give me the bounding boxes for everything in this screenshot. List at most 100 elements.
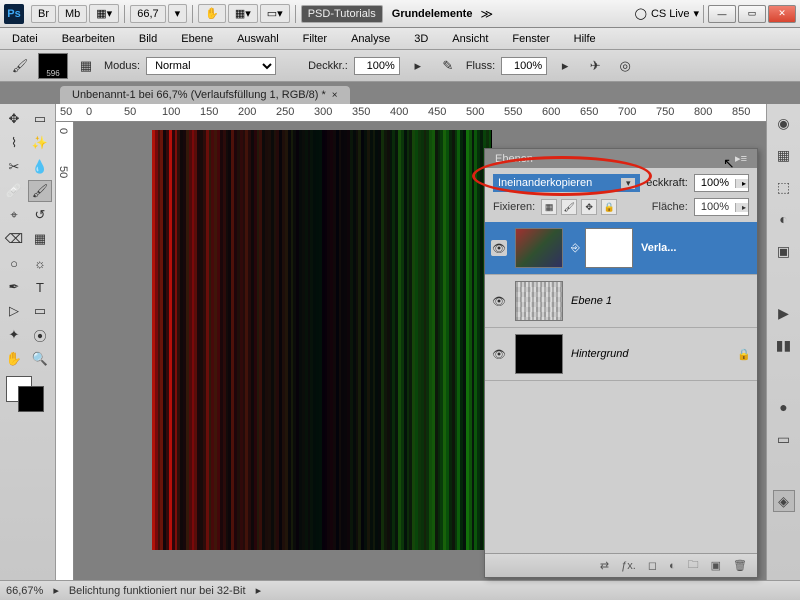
brush-preset[interactable]: 596 [38,53,68,79]
flow-flyout-icon[interactable]: ▸ [553,55,577,77]
hand-tool[interactable]: ✋ [2,348,26,370]
group-icon[interactable]: 🗀 [688,556,699,575]
lock-position-icon[interactable]: ✥ [581,199,597,215]
menu-filter[interactable]: Filter [299,31,331,47]
opacity-input[interactable] [354,57,400,75]
adjust-panel-icon[interactable]: ◐ [773,208,795,230]
airbrush-icon[interactable]: ✈ [583,55,607,77]
history-brush-tool[interactable]: ↺ [28,204,52,226]
layer-opacity-input[interactable]: 100%▸ [694,174,749,192]
cs-live[interactable]: ◯ CS Live ▾ [635,7,699,20]
screen-icon[interactable]: ▭▾ [260,4,290,23]
panel-menu-icon[interactable]: ▸≡ [735,152,747,165]
eraser-tool[interactable]: ⌫ [2,228,26,250]
layers-panel-icon[interactable]: ◈ [773,490,795,512]
blend-mode-dropdown[interactable]: Ineinanderkopieren▾ [493,174,640,192]
workspace-grundelemente[interactable]: Grundelemente [384,8,481,20]
workspace-psd-tutorials[interactable]: PSD-Tutorials [301,5,383,23]
visibility-icon[interactable]: 👁 [491,240,507,256]
clone-panel-icon[interactable]: ▭ [773,428,795,450]
layer-name[interactable]: Hintergrund [571,348,628,360]
link-layers-icon[interactable]: ⇄ [600,559,609,572]
masks-panel-icon[interactable]: ▣ [773,240,795,262]
pen-tool[interactable]: ✒ [2,276,26,298]
chevrons-icon[interactable]: ≫ [480,7,493,21]
pressure-opacity-icon[interactable]: ✎ [436,55,460,77]
blur-tool[interactable]: ○ [2,252,26,274]
bars-panel-icon[interactable]: ▮▮ [773,334,795,356]
flow-input[interactable] [501,57,547,75]
menu-ebene[interactable]: Ebene [177,31,217,47]
menu-3d[interactable]: 3D [410,31,432,47]
zoom-level[interactable]: 66,7 [130,5,165,23]
hand-icon[interactable]: ✋ [198,4,226,23]
brush-panel-icon2[interactable]: ● [773,396,795,418]
path-tool[interactable]: ▷ [2,300,26,322]
styles-panel-icon[interactable]: ⬚ [773,176,795,198]
minibridge-button[interactable]: Mb [58,5,87,23]
layer-thumb[interactable] [515,228,563,268]
mask-icon[interactable]: ◻ [648,559,657,572]
mask-thumb[interactable] [585,228,633,268]
adjustment-icon[interactable]: ◐ [669,560,676,572]
maximize-button[interactable]: ▭ [738,5,766,23]
3d-tool[interactable]: ✦ [2,324,26,346]
brush-tool[interactable]: 🖌 [28,180,52,202]
gradient-tool[interactable]: ▦ [28,228,52,250]
shape-tool[interactable]: ▭ [28,300,52,322]
visibility-icon[interactable]: 👁 [491,293,507,309]
fill-input[interactable]: 100%▸ [694,198,749,216]
lock-pixels-icon[interactable]: 🖌 [561,199,577,215]
layout-button[interactable]: ▦▾ [89,4,119,23]
color-swatches[interactable] [2,376,52,416]
menu-hilfe[interactable]: Hilfe [570,31,600,47]
pressure-size-icon[interactable]: ◎ [613,55,637,77]
3d-camera-tool[interactable]: ⦿ [28,324,52,346]
layer-row-verlauf[interactable]: 👁 ⎆ Verla... [485,222,757,275]
visibility-icon[interactable]: 👁 [491,346,507,362]
menu-bearbeiten[interactable]: Bearbeiten [58,31,119,47]
stamp-tool[interactable]: ⌖ [2,204,26,226]
bridge-button[interactable]: Br [31,5,56,23]
swatches-panel-icon[interactable]: ▦ [773,144,795,166]
lock-transparency-icon[interactable]: ▦ [541,199,557,215]
dodge-tool[interactable]: ☼ [28,252,52,274]
status-zoom[interactable]: 66,67% [6,585,43,597]
type-tool[interactable]: T [28,276,52,298]
play-panel-icon[interactable]: ▶ [773,302,795,324]
heal-tool[interactable]: 🩹 [2,180,26,202]
opacity-flyout-icon[interactable]: ▸ [406,55,430,77]
move-tool[interactable]: ✥ [2,108,26,130]
menu-fenster[interactable]: Fenster [508,31,553,47]
marquee-tool[interactable]: ▭ [28,108,52,130]
layer-row-ebene1[interactable]: 👁 Ebene 1 [485,275,757,328]
crop-tool[interactable]: ✂ [2,156,26,178]
brush-panel-icon[interactable]: ▦ [74,55,98,77]
fx-icon[interactable]: ƒx. [621,560,636,572]
arrange-icon[interactable]: ▦▾ [228,4,258,23]
tab-close-icon[interactable]: × [332,90,338,101]
layer-thumb[interactable] [515,334,563,374]
layer-name[interactable]: Verla... [641,242,676,254]
eyedropper-tool[interactable]: 💧 [28,156,52,178]
layer-row-hintergrund[interactable]: 👁 Hintergrund 🔒 [485,328,757,381]
blend-mode-select[interactable]: Normal [146,57,276,75]
lock-all-icon[interactable]: 🔒 [601,199,617,215]
lasso-tool[interactable]: ⌇ [2,132,26,154]
layer-name[interactable]: Ebene 1 [571,295,612,307]
close-button[interactable]: ✕ [768,5,796,23]
menu-bild[interactable]: Bild [135,31,161,47]
menu-ansicht[interactable]: Ansicht [448,31,492,47]
trash-icon[interactable]: 🗑 [733,559,747,572]
zoom-arrow[interactable]: ▾ [168,4,188,23]
document-tab[interactable]: Unbenannt-1 bei 66,7% (Verlaufsfüllung 1… [60,86,350,104]
wand-tool[interactable]: ✨ [28,132,52,154]
layers-tab[interactable]: Ebenen [495,153,533,165]
brush-tool-icon[interactable]: 🖌 [8,55,32,77]
menu-analyse[interactable]: Analyse [347,31,394,47]
minimize-button[interactable]: — [708,5,736,23]
color-panel-icon[interactable]: ◉ [773,112,795,134]
menu-auswahl[interactable]: Auswahl [233,31,283,47]
menu-datei[interactable]: Datei [8,31,42,47]
zoom-tool[interactable]: 🔍 [28,348,52,370]
